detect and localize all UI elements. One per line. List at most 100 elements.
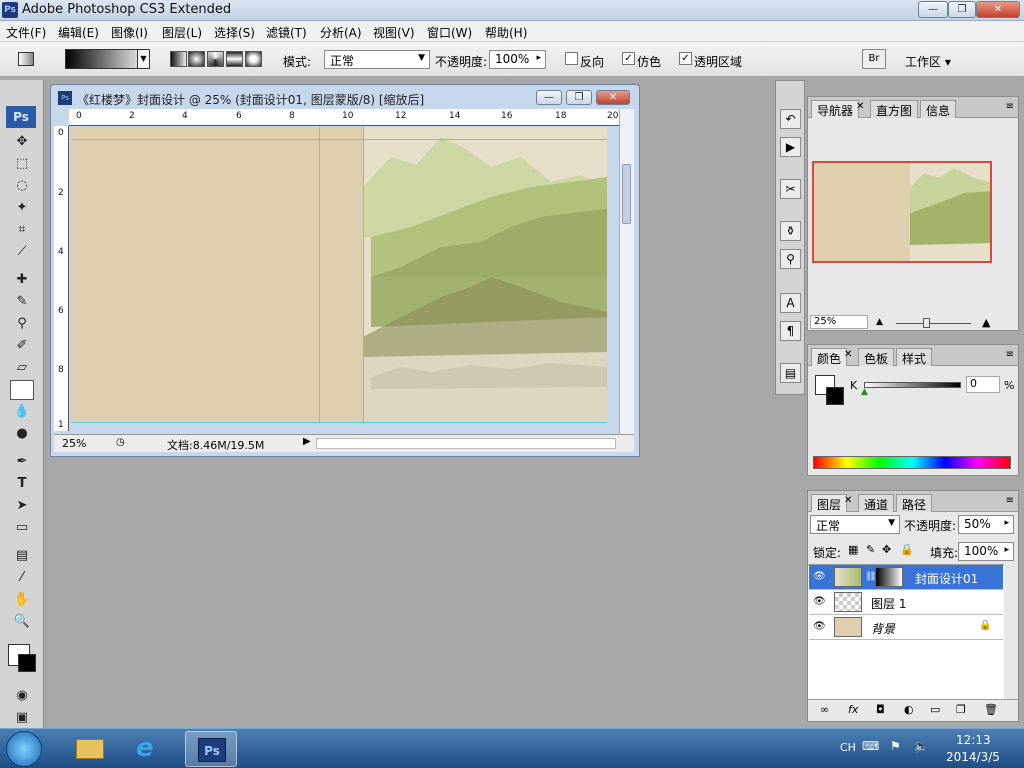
diamond-gradient-icon[interactable] bbox=[245, 51, 262, 67]
actions-panel-icon[interactable]: ▶ bbox=[780, 137, 801, 157]
lock-all-icon[interactable]: 🔒 bbox=[900, 543, 914, 556]
flag-icon[interactable]: ⚑ bbox=[890, 739, 901, 753]
horizontal-ruler[interactable]: 0 2 4 6 8 10 12 14 16 18 20 bbox=[69, 109, 619, 126]
document-vertical-scrollbar[interactable] bbox=[619, 109, 634, 434]
zoom-in-icon[interactable]: ▲ bbox=[982, 316, 990, 329]
doc-minimize-button[interactable]: — bbox=[536, 90, 562, 105]
tab-histogram[interactable]: 直方图 bbox=[870, 100, 919, 118]
document-canvas[interactable] bbox=[71, 127, 607, 423]
panel-menu-icon[interactable]: ≡ bbox=[1006, 101, 1014, 112]
tool-preset-icon[interactable] bbox=[18, 52, 34, 66]
chevron-down-icon[interactable]: ▼ bbox=[137, 50, 149, 68]
move-tool-icon[interactable]: ✥ bbox=[10, 132, 34, 152]
zoom-tool-icon[interactable]: 🔍 bbox=[10, 612, 34, 632]
menu-view[interactable]: 视图(V) bbox=[373, 24, 415, 41]
guide-line[interactable] bbox=[363, 127, 364, 423]
layer-style-icon[interactable]: fx bbox=[848, 703, 858, 716]
maximize-button[interactable]: ❐ bbox=[948, 1, 976, 18]
opacity-input[interactable]: 100% ▸ bbox=[489, 50, 546, 69]
taskbar-ie[interactable]: e bbox=[124, 731, 176, 767]
panel-menu-icon[interactable]: ≡ bbox=[1006, 495, 1014, 506]
tab-layers[interactable]: 图层 bbox=[811, 494, 848, 512]
tab-swatches[interactable]: 色板 bbox=[858, 348, 895, 366]
slice-tool-icon[interactable]: ⟋ bbox=[10, 242, 34, 262]
menu-layer[interactable]: 图层(L) bbox=[162, 24, 202, 41]
tab-channels[interactable]: 通道 bbox=[858, 494, 895, 512]
layer-row-background[interactable]: 👁 背景 🔒 bbox=[809, 615, 1003, 640]
reverse-checkbox[interactable] bbox=[565, 52, 578, 65]
tab-info[interactable]: 信息 bbox=[920, 100, 957, 118]
menu-window[interactable]: 窗口(W) bbox=[427, 24, 472, 41]
guide-line[interactable] bbox=[319, 127, 320, 423]
chevron-right-icon[interactable]: ▸ bbox=[1004, 518, 1009, 528]
minimize-button[interactable]: — bbox=[918, 1, 948, 18]
close-icon[interactable]: ✕ bbox=[844, 349, 852, 360]
layer-row-layer-1[interactable]: 👁 图层 1 bbox=[809, 590, 1003, 615]
lasso-tool-icon[interactable]: ◌ bbox=[10, 176, 34, 196]
quick-mask-icon[interactable]: ◉ bbox=[10, 686, 34, 706]
history-panel-icon[interactable]: ↶ bbox=[780, 109, 801, 129]
menu-edit[interactable]: 编辑(E) bbox=[58, 24, 99, 41]
trash-icon[interactable]: 🗑 bbox=[984, 703, 998, 716]
marquee-tool-icon[interactable]: ⬚ bbox=[10, 154, 34, 174]
speaker-icon[interactable]: 🔈 bbox=[914, 739, 929, 753]
eyedropper-tool-icon[interactable]: ⁄ bbox=[10, 568, 34, 588]
magic-wand-tool-icon[interactable]: ✦ bbox=[10, 198, 34, 218]
clone-source-icon[interactable]: ⚲ bbox=[780, 249, 801, 269]
healing-brush-tool-icon[interactable]: ✚ bbox=[10, 270, 34, 290]
layer-comps-icon[interactable]: ▤ bbox=[780, 363, 801, 383]
chevron-right-icon[interactable]: ▸ bbox=[536, 53, 541, 63]
panel-menu-icon[interactable]: ≡ bbox=[1006, 349, 1014, 360]
clone-stamp-tool-icon[interactable]: ⚲ bbox=[10, 314, 34, 334]
layer-mask-thumbnail[interactable] bbox=[875, 567, 903, 587]
menu-filter[interactable]: 滤镜(T) bbox=[266, 24, 307, 41]
language-indicator[interactable]: CH bbox=[840, 741, 856, 754]
k-value-input[interactable]: 0 bbox=[966, 376, 1000, 393]
color-background-swatch[interactable] bbox=[826, 387, 844, 405]
angle-gradient-icon[interactable] bbox=[207, 51, 224, 67]
eraser-tool-icon[interactable]: ▱ bbox=[10, 358, 34, 378]
start-button[interactable] bbox=[6, 731, 42, 767]
scrollbar-thumb[interactable] bbox=[622, 164, 631, 224]
taskbar-photoshop[interactable]: Ps bbox=[185, 731, 237, 767]
workspace-button[interactable]: 工作区 ▾ bbox=[905, 53, 951, 70]
history-brush-tool-icon[interactable]: ✐ bbox=[10, 336, 34, 356]
adjustment-layer-icon[interactable]: ◐ bbox=[904, 703, 914, 716]
slider-marker-icon[interactable]: ▲ bbox=[861, 387, 868, 397]
doc-zoom-value[interactable]: 25% bbox=[62, 437, 86, 450]
menu-help[interactable]: 帮助(H) bbox=[485, 24, 527, 41]
brush-tool-icon[interactable]: ✎ bbox=[10, 292, 34, 312]
eye-icon[interactable]: 👁 bbox=[813, 596, 826, 608]
vertical-ruler[interactable]: 0 2 4 6 8 1 bbox=[54, 126, 69, 431]
menu-analysis[interactable]: 分析(A) bbox=[320, 24, 362, 41]
clock-date[interactable]: 2014/3/5 bbox=[946, 750, 1000, 764]
blend-mode-select[interactable]: 正常 ▼ bbox=[810, 515, 900, 534]
clock-time[interactable]: 12:13 bbox=[956, 733, 991, 747]
gradient-preview[interactable]: ▼ bbox=[65, 49, 150, 69]
screen-mode-icon[interactable]: ▣ bbox=[10, 708, 34, 728]
layer-opacity-input[interactable]: 50% ▸ bbox=[958, 515, 1014, 534]
dodge-tool-icon[interactable]: ● bbox=[10, 424, 34, 444]
lock-image-icon[interactable]: ✎ bbox=[866, 543, 875, 556]
guide-line[interactable] bbox=[71, 422, 607, 423]
add-mask-icon[interactable]: ◘ bbox=[876, 703, 885, 716]
close-icon[interactable]: ✕ bbox=[856, 101, 864, 112]
k-channel-slider[interactable] bbox=[864, 382, 961, 388]
radial-gradient-icon[interactable] bbox=[188, 51, 205, 67]
mode-select[interactable]: 正常 ▼ bbox=[324, 50, 430, 69]
color-spectrum-bar[interactable] bbox=[813, 456, 1011, 469]
navigator-preview[interactable] bbox=[812, 161, 992, 263]
reflected-gradient-icon[interactable] bbox=[226, 51, 243, 67]
paragraph-panel-icon[interactable]: ¶ bbox=[780, 321, 801, 341]
doc-close-button[interactable]: ✕ bbox=[596, 90, 630, 105]
lock-position-icon[interactable]: ✥ bbox=[882, 543, 891, 556]
hand-tool-icon[interactable]: ✋ bbox=[10, 590, 34, 610]
navigator-zoom-input[interactable]: 25% bbox=[810, 315, 868, 329]
lock-transparency-icon[interactable]: ▦ bbox=[848, 543, 858, 556]
bridge-icon[interactable]: Br bbox=[862, 49, 886, 69]
gradient-tool-icon[interactable] bbox=[10, 380, 34, 400]
tab-navigator[interactable]: 导航器 bbox=[811, 100, 860, 118]
menu-image[interactable]: 图像(I) bbox=[111, 24, 148, 41]
new-layer-icon[interactable]: ❐ bbox=[956, 703, 966, 716]
clock-icon[interactable]: ◷ bbox=[116, 437, 125, 448]
